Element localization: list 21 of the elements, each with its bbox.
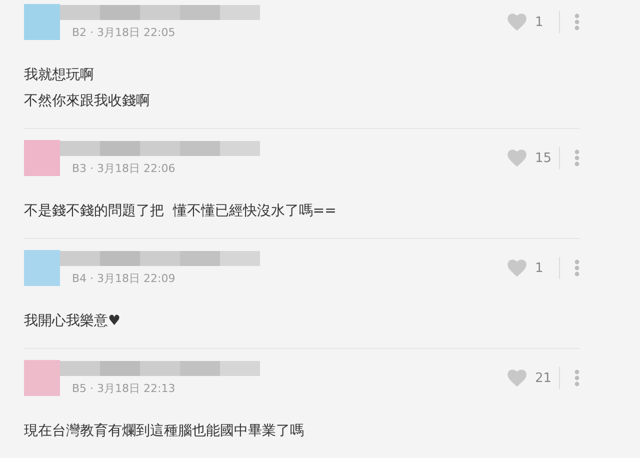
like-count: 1 [535,260,544,276]
more-options-icon[interactable] [574,13,580,31]
like-count: 21 [535,370,553,386]
comment-text: 不是錢不錢的問題了把 懂不懂已經快沒水了嗎== [24,202,338,221]
heart-icon[interactable] [507,13,527,31]
more-options-icon[interactable] [574,149,580,167]
heart-icon[interactable] [507,369,527,387]
heart-icon[interactable] [507,259,527,277]
heart-icon[interactable] [507,149,527,167]
more-options-icon[interactable] [574,369,580,387]
floor-and-time: B5 · 3月18日 22:13 [71,380,176,396]
floor-and-time: B4 · 3月18日 22:09 [71,270,176,286]
comment-text: 現在台灣教育有爛到這種腦也能國中畢業了嗎 [24,422,305,441]
comment-text: 我就想玩啊 [24,66,95,85]
floor-and-time: B2 · 3月18日 22:05 [71,24,176,40]
more-options-icon[interactable] [574,259,580,277]
comment-text: 我開心我樂意♥ [24,312,122,331]
floor-and-time: B3 · 3月18日 22:06 [71,160,176,176]
like-count: 15 [535,150,553,166]
comment-text: 不然你來跟我收錢啊 [24,92,151,111]
like-count: 1 [535,14,544,30]
